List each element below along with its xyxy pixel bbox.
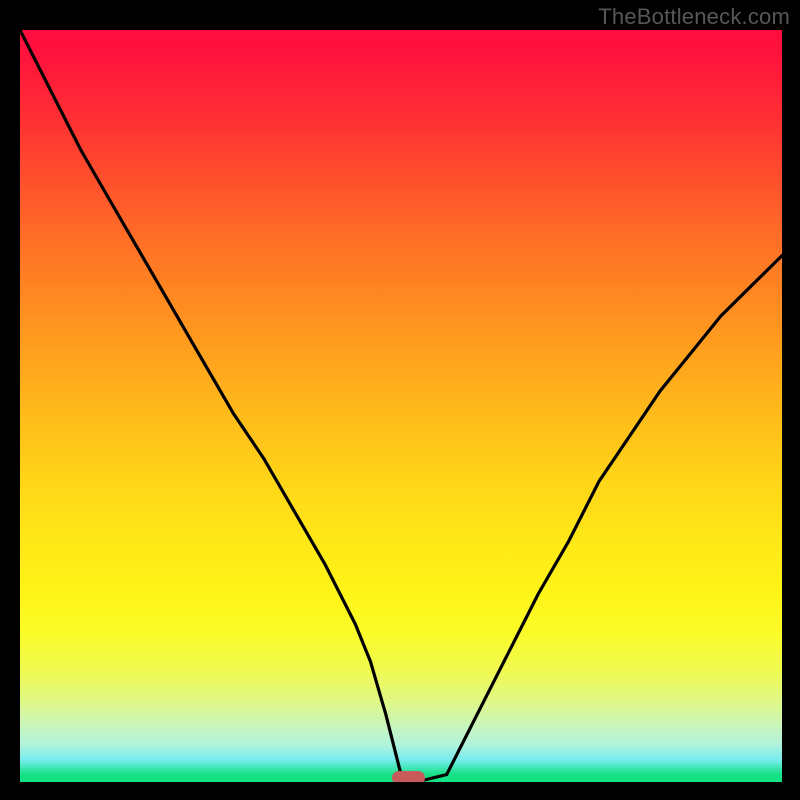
watermark-text: TheBottleneck.com [598, 4, 790, 30]
frame-border-right [782, 0, 800, 800]
bottleneck-marker [392, 771, 426, 782]
frame-border-left [0, 0, 20, 800]
plot-area [20, 30, 782, 782]
chart-frame: TheBottleneck.com [0, 0, 800, 800]
frame-border-bottom [0, 782, 800, 800]
bottleneck-curve [20, 30, 782, 782]
